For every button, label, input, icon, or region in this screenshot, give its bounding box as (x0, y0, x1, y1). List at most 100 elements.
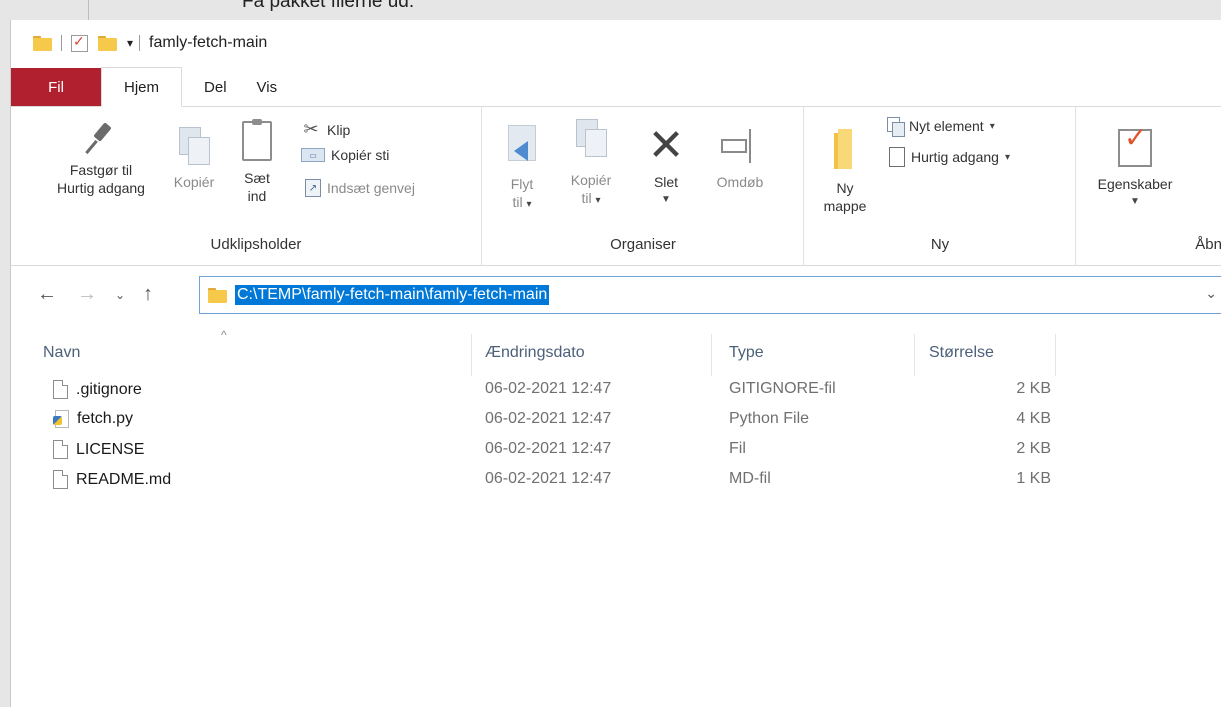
new-folder-icon (834, 127, 856, 171)
column-header-name[interactable]: Navn (43, 344, 80, 362)
address-bar[interactable]: C:\TEMP\famly-fetch-main\famly-fetch-mai… (199, 276, 1221, 314)
new-folder-quick-icon[interactable] (98, 35, 117, 51)
chevron-down-icon: ▼ (661, 194, 671, 205)
file-row[interactable]: LICENSE 06-02-2021 12:47 Fil 2 KB (11, 434, 1221, 464)
copy-label: Kopiér (173, 174, 215, 190)
file-name: README.md (76, 470, 172, 488)
move-to-icon (504, 125, 540, 167)
file-name: LICENSE (76, 440, 145, 458)
column-header-date[interactable]: Ændringsdato (485, 344, 585, 362)
easy-access-icon (889, 147, 905, 167)
background-text: Få pakket filerne ud: (242, 0, 415, 12)
file-row[interactable]: fetch.py 06-02-2021 12:47 Python File 4 … (11, 404, 1221, 434)
column-divider[interactable] (1055, 334, 1056, 376)
column-divider[interactable] (711, 334, 712, 376)
chevron-down-icon: ▾ (1004, 151, 1010, 163)
column-header-type[interactable]: Type (729, 344, 764, 362)
easy-access-label: Hurtig adgang (911, 149, 999, 165)
cut-label: Klip (327, 121, 351, 138)
file-type: GITIGNORE-fil (729, 380, 836, 397)
organize-group: Flyt til ▾ Kopiér til ▾ ✕ Slet ▼ Omdøb O… (483, 107, 804, 265)
pin-label-line2: Hurtig adgang (57, 180, 145, 196)
cut-button[interactable]: ✂ Klip (301, 119, 350, 140)
scissors-icon: ✂ (303, 119, 319, 139)
chevron-down-icon: ▾ (595, 195, 601, 206)
open-group-label: Åbn (1195, 236, 1221, 253)
column-divider[interactable] (914, 334, 915, 376)
ribbon-tabs: Fil Hjem Del Vis (11, 66, 1221, 107)
copyto-label-line1: Kopiér (570, 172, 612, 188)
file-date: 06-02-2021 12:47 (485, 470, 612, 487)
move-label-line1: Flyt (510, 176, 534, 192)
ribbon: Fastgør til Hurtig adgang Kopiér Sæt ind… (11, 107, 1221, 266)
rename-button[interactable]: Omdøb (705, 125, 775, 191)
file-date: 06-02-2021 12:47 (485, 440, 612, 457)
recent-locations-chevron-icon[interactable]: ⌄ (115, 288, 125, 302)
file-list: ^ Navn Ændringsdato Type Størrelse .giti… (11, 324, 1221, 494)
new-item-button[interactable]: Nyt element ▾ (887, 117, 995, 137)
paste-icon (242, 119, 272, 161)
file-type: Python File (729, 410, 810, 427)
window-title: famly-fetch-main (149, 34, 268, 51)
sort-caret-icon: ^ (221, 328, 227, 342)
pin-icon (84, 121, 118, 155)
clipboard-group: Fastgør til Hurtig adgang Kopiér Sæt ind… (11, 107, 482, 265)
separator (139, 35, 141, 51)
paste-shortcut-button[interactable]: ↗ Indsæt genvej (305, 179, 415, 197)
column-header-size[interactable]: Størrelse (929, 344, 994, 362)
python-file-icon (53, 410, 69, 428)
properties-button[interactable]: Egenskaber ▼ (1083, 129, 1187, 211)
new-folder-label-line2: mappe (823, 198, 867, 214)
file-size: 2 KB (1016, 440, 1051, 457)
up-arrow-icon[interactable]: ↑ (143, 283, 153, 306)
new-folder-button[interactable]: Ny mappe (819, 127, 871, 215)
easy-access-button[interactable]: Hurtig adgang ▾ (889, 147, 1010, 167)
tab-fil[interactable]: Fil (11, 68, 101, 106)
tab-hjem[interactable]: Hjem (101, 67, 183, 107)
copy-icon (179, 127, 210, 165)
file-size: 4 KB (1016, 410, 1051, 427)
properties-icon (1118, 129, 1152, 167)
organize-group-label: Organiser (610, 236, 676, 253)
file-type: Fil (729, 440, 746, 457)
tab-vis[interactable]: Vis (249, 68, 300, 106)
file-date: 06-02-2021 12:47 (485, 410, 612, 427)
file-icon (53, 440, 68, 459)
clipboard-group-label: Udklipsholder (210, 236, 302, 253)
copy-path-button[interactable]: ▭ Kopiér sti (301, 147, 389, 163)
paste-button[interactable]: Sæt ind (233, 119, 281, 205)
delete-button[interactable]: ✕ Slet ▼ (641, 121, 691, 209)
file-size: 1 KB (1016, 470, 1051, 487)
file-date: 06-02-2021 12:47 (485, 380, 612, 397)
forward-arrow-icon[interactable]: → (77, 283, 97, 306)
copy-to-icon (576, 119, 607, 157)
back-arrow-icon[interactable]: ← (37, 283, 57, 306)
new-folder-label-line1: Ny (836, 180, 854, 196)
copy-to-button[interactable]: Kopiér til ▾ (561, 119, 621, 210)
column-divider[interactable] (471, 334, 472, 376)
chevron-down-icon[interactable]: ⌄ (1205, 285, 1217, 302)
chevron-down-icon: ▼ (1130, 196, 1140, 207)
paste-shortcut-label: Indsæt genvej (327, 180, 415, 196)
pin-label-line1: Fastgør til (69, 162, 133, 178)
copy-button[interactable]: Kopiér (167, 127, 221, 191)
tab-del[interactable]: Del (182, 68, 249, 106)
file-row[interactable]: .gitignore 06-02-2021 12:47 GITIGNORE-fi… (11, 374, 1221, 404)
move-to-button[interactable]: Flyt til ▾ (497, 125, 547, 214)
quick-access-dropdown[interactable]: ▾ (127, 36, 133, 50)
separator (61, 35, 62, 51)
file-name: .gitignore (76, 380, 142, 398)
address-path[interactable]: C:\TEMP\famly-fetch-main\famly-fetch-mai… (235, 285, 550, 305)
new-item-label: Nyt element (909, 118, 984, 134)
navigation-bar: ← → ⌄ ↑ C:\TEMP\famly-fetch-main\famly-f… (11, 266, 1221, 324)
delete-x-icon: ✕ (647, 121, 685, 170)
paste-label-line1: Sæt (244, 170, 270, 186)
rename-label: Omdøb (716, 174, 764, 190)
copyto-label-line2: til (581, 190, 592, 206)
file-row[interactable]: README.md 06-02-2021 12:47 MD-fil 1 KB (11, 464, 1221, 494)
file-type: MD-fil (729, 470, 771, 487)
file-size: 2 KB (1016, 380, 1051, 397)
pin-quick-access-button[interactable]: Fastgør til Hurtig adgang (41, 121, 161, 197)
properties-quick-icon[interactable] (71, 33, 88, 52)
open-group: Egenskaber ▼ Åbn (1077, 107, 1221, 265)
